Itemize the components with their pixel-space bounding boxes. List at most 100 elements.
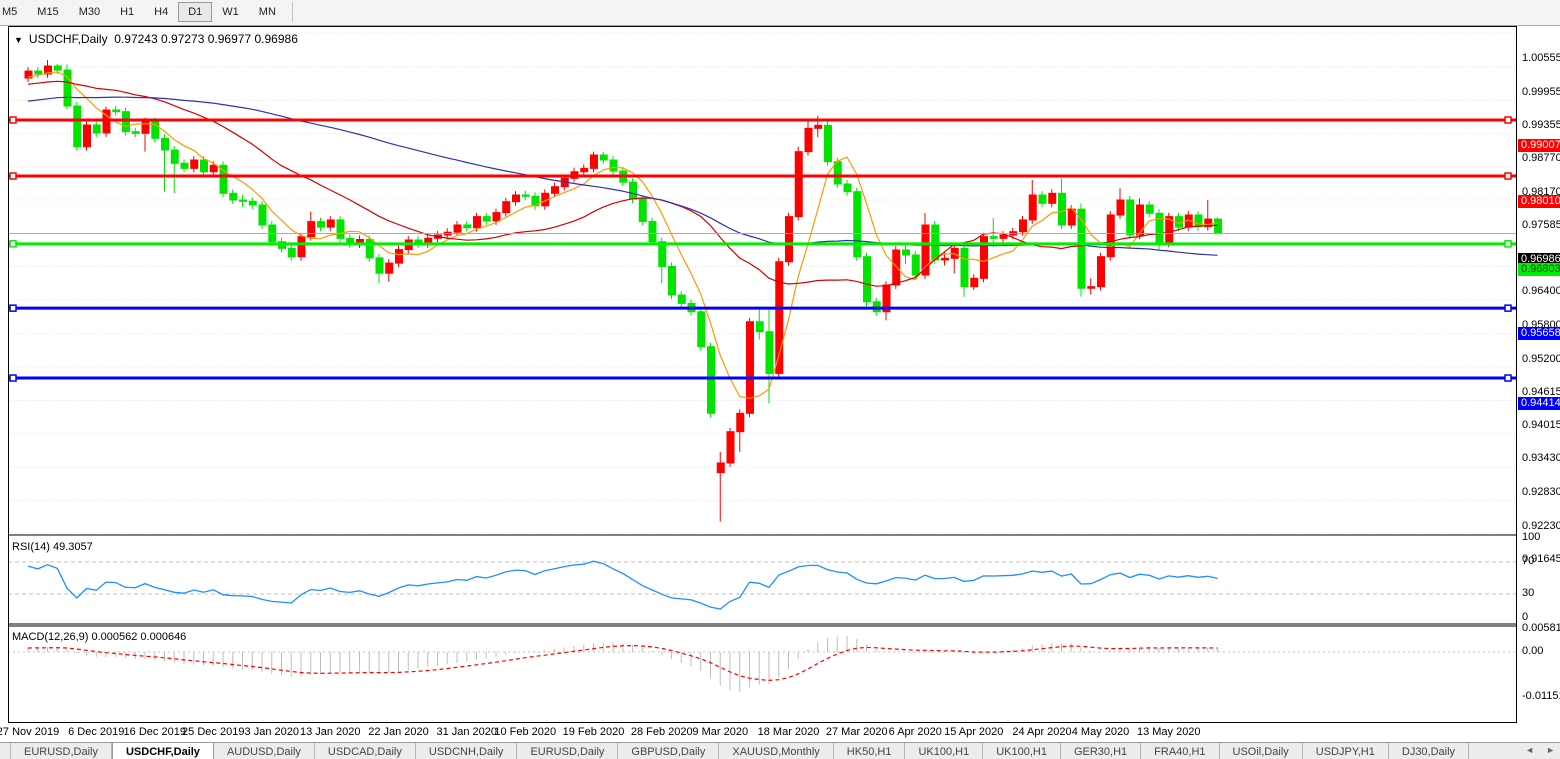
candle-body [708, 347, 715, 414]
candle-body [990, 237, 997, 239]
chart-tab-usdcnh-daily[interactable]: USDCNH,Daily [416, 743, 518, 759]
candle-body [54, 66, 61, 70]
candle-body [766, 332, 773, 374]
candle-body [522, 195, 529, 196]
candle-body [1137, 205, 1144, 235]
candle-body [610, 160, 617, 171]
candle-body [259, 205, 266, 225]
line-handle [1505, 305, 1511, 311]
line-handle [10, 375, 16, 381]
chart-tab-eurusd-daily[interactable]: EURUSD,Daily [517, 743, 618, 759]
macd-label: MACD(12,26,9) 0.000562 0.000646 [12, 631, 186, 643]
candle-body [1059, 193, 1066, 225]
candle-body [171, 150, 178, 163]
chart-tab-audusd-daily[interactable]: AUDUSD,Daily [214, 743, 315, 759]
symbol-dropdown-icon[interactable]: ▼ [14, 35, 23, 45]
candle-body [1195, 215, 1202, 227]
candle-body [786, 217, 793, 262]
candle-body [230, 193, 237, 200]
time-axis-label: 4 May 2020 [1072, 726, 1129, 738]
chart-tab-usdchf-daily[interactable]: USDCHF,Daily [112, 743, 214, 759]
price-axis-label: 0.99355 [1522, 119, 1560, 132]
candle-body [893, 250, 900, 285]
candle-body [249, 201, 256, 205]
time-axis-label: 6 Dec 2019 [68, 726, 124, 738]
candle-body [912, 255, 919, 275]
candle-body [113, 110, 120, 112]
price-badge: 0.96803 [1518, 263, 1560, 276]
tab-scroll-left-icon[interactable]: ◄ [1522, 744, 1537, 756]
candle-body [1127, 200, 1134, 235]
chart-tab-uk100-h1[interactable]: UK100,H1 [983, 743, 1061, 759]
candle-body [1156, 213, 1163, 243]
price-axis-label: 1.00555 [1522, 52, 1560, 65]
candle-body [1049, 193, 1056, 203]
candle-body [201, 160, 208, 172]
candle-body [1039, 195, 1046, 203]
time-axis-label: 22 Jan 2020 [368, 726, 429, 738]
price-axis[interactable]: 1.005550.999550.993550.987700.981700.975… [1517, 26, 1560, 742]
time-axis-label: 25 Dec 2019 [182, 726, 244, 738]
candle-body [1117, 200, 1124, 215]
time-axis-label: 13 Jan 2020 [300, 726, 361, 738]
chart-tab-bar: EURUSD,DailyUSDCHF,DailyAUDUSD,DailyUSDC… [0, 742, 1560, 759]
tab-scroll-right-icon[interactable]: ► [1543, 744, 1558, 756]
chart-title: ▼USDCHF,Daily 0.97243 0.97273 0.96977 0.… [14, 32, 298, 46]
candle-body [93, 125, 100, 133]
candle-body [298, 237, 305, 257]
chart-tab-eurusd-daily[interactable]: EURUSD,Daily [10, 743, 112, 759]
line-handle [10, 173, 16, 179]
chart-tab-usdjpy-h1[interactable]: USDJPY,H1 [1303, 743, 1389, 759]
line-handle [1505, 241, 1511, 247]
chart-tab-usdcad-daily[interactable]: USDCAD,Daily [315, 743, 416, 759]
candle-body [240, 200, 247, 201]
price-axis-label: 0.96400 [1522, 285, 1560, 298]
candle-body [123, 112, 130, 132]
candle-body [971, 278, 978, 286]
candle-body [669, 266, 676, 295]
candle-body [210, 165, 217, 171]
candle-body [337, 220, 344, 238]
candle-body [1088, 287, 1095, 289]
rsi-value: 49.3057 [53, 541, 93, 553]
price-badge: 0.94414 [1518, 397, 1560, 410]
candle-body [961, 248, 968, 286]
chart-tab-usoil-daily[interactable]: USOil,Daily [1220, 743, 1303, 759]
candle-body [795, 152, 802, 217]
candle-body [132, 132, 139, 134]
chart-tab-fra40-h1[interactable]: FRA40,H1 [1141, 743, 1219, 759]
time-axis-label: 24 Apr 2020 [1012, 726, 1071, 738]
candle-body [376, 258, 383, 273]
time-axis-label: 27 Mar 2020 [826, 726, 888, 738]
chart-tab-ger30-h1[interactable]: GER30,H1 [1061, 743, 1141, 759]
chart-tab-xauusd-monthly[interactable]: XAUUSD,Monthly [719, 743, 833, 759]
chart-canvas[interactable] [0, 0, 1560, 759]
candle-body [630, 182, 637, 199]
candle-body [639, 199, 646, 221]
candle-body [815, 125, 822, 128]
chart-tab-dj30-daily[interactable]: DJ30,Daily [1389, 743, 1469, 759]
rsi-axis-label: 70 [1522, 555, 1534, 568]
price-axis-label: 0.93430 [1522, 452, 1560, 465]
candle-body [581, 168, 588, 171]
candle-body [747, 322, 754, 414]
candle-body [805, 128, 812, 151]
chart-tab-uk100-h1[interactable]: UK100,H1 [905, 743, 983, 759]
ohlc-open: 0.97243 [114, 32, 157, 46]
candle-body [84, 125, 91, 147]
ohlc-low: 0.96977 [208, 32, 251, 46]
line-handle [10, 241, 16, 247]
candle-body [493, 213, 500, 221]
chart-tab-hk50-h1[interactable]: HK50,H1 [834, 743, 906, 759]
time-axis[interactable]: 27 Nov 20196 Dec 201916 Dec 201925 Dec 2… [0, 723, 1560, 742]
price-badge: 0.98010 [1518, 195, 1560, 208]
time-axis-label: 27 Nov 2019 [0, 726, 59, 738]
line-handle [1505, 375, 1511, 381]
price-axis-label: 0.99955 [1522, 86, 1560, 99]
price-axis-label: 0.98770 [1522, 152, 1560, 165]
rsi-axis-label: 30 [1522, 587, 1534, 600]
candle-body [288, 248, 295, 256]
chart-tab-gbpusd-daily[interactable]: GBPUSD,Daily [618, 743, 719, 759]
time-axis-label: 9 Mar 2020 [692, 726, 748, 738]
ohlc-close: 0.96986 [254, 32, 297, 46]
